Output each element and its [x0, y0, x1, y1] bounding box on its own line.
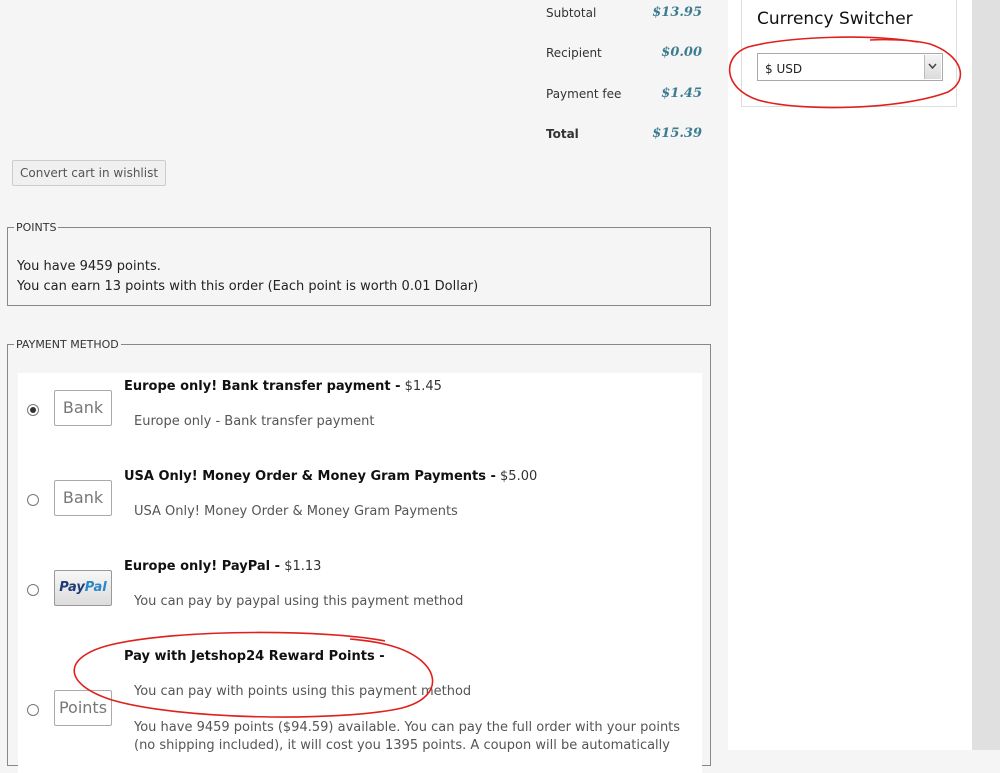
convert-cart-wishlist-button[interactable]: Convert cart in wishlist: [12, 160, 167, 186]
subtotal-label: Subtotal: [546, 6, 597, 20]
payment-method-fieldset: PAYMENT METHOD Bank Europe only! Bank tr…: [7, 338, 711, 773]
paypal-logo-pay: Pay: [59, 580, 85, 595]
chevron-down-icon[interactable]: [924, 55, 941, 79]
recipient-row: Recipient $0.00: [546, 43, 706, 63]
payment-radio-bank-transfer[interactable]: [27, 404, 39, 416]
payment-desc-money-order: USA Only! Money Order & Money Gram Payme…: [134, 504, 458, 519]
payment-price: $1.45: [400, 379, 442, 394]
payment-fee-label: Payment fee: [546, 87, 622, 101]
points-fieldset: POINTS You have 9459 points. You can ear…: [7, 221, 711, 306]
payment-title-reward-points[interactable]: Pay with Jetshop24 Reward Points -: [124, 649, 385, 664]
points-logo: Points: [54, 690, 112, 726]
bank-logo: Bank: [54, 480, 112, 516]
points-info: You have 9459 points. You can earn 13 po…: [17, 257, 478, 297]
payment-title-text: Europe only! Bank transfer payment -: [124, 379, 401, 394]
payment-radio-reward-points[interactable]: [27, 704, 39, 716]
subtotal-row: Subtotal $13.95: [546, 3, 706, 23]
payment-title-text: Pay with Jetshop24 Reward Points -: [124, 649, 385, 664]
payment-title-money-order[interactable]: USA Only! Money Order & Money Gram Payme…: [124, 469, 537, 484]
points-earn-text: You can earn 13 points with this order (…: [17, 279, 479, 294]
payment-desc-reward-points: You can pay with points using this payme…: [134, 684, 472, 699]
paypal-logo: PayPal: [54, 570, 112, 606]
chevron-down-icon-glyph: [928, 63, 937, 70]
currency-switcher-panel: Currency Switcher $ USD: [741, 0, 957, 107]
recipient-value: $0.00: [661, 45, 702, 60]
paypal-logo-pal: Pal: [84, 580, 107, 595]
payment-radio-money-order[interactable]: [27, 494, 39, 506]
payment-desc-paypal: You can pay by paypal using this payment…: [134, 594, 464, 609]
page-scrollbar[interactable]: [972, 0, 1000, 750]
payment-desc-bank-transfer: Europe only - Bank transfer payment: [134, 414, 375, 429]
payment-method-legend: PAYMENT METHOD: [14, 338, 121, 351]
payment-fee-value: $1.45: [661, 86, 702, 101]
sidebar: [728, 0, 972, 750]
payment-fee-row: Payment fee $1.45: [546, 84, 706, 104]
payment-methods-list: Bank Europe only! Bank transfer payment …: [18, 373, 702, 773]
currency-select[interactable]: $ USD: [757, 53, 943, 81]
main-content: Subtotal $13.95 Recipient $0.00 Payment …: [0, 0, 728, 773]
points-legend: POINTS: [14, 221, 59, 234]
payment-price: $1.13: [280, 559, 322, 574]
payment-title-bank-transfer[interactable]: Europe only! Bank transfer payment - $1.…: [124, 379, 442, 394]
payment-title-paypal[interactable]: Europe only! PayPal - $1.13: [124, 559, 321, 574]
currency-select-value: $ USD: [765, 62, 803, 76]
points-balance-text: You have 9459 points.: [17, 259, 161, 274]
bank-logo: Bank: [54, 390, 112, 426]
payment-price: $5.00: [495, 469, 538, 484]
total-label: Total: [546, 127, 579, 141]
currency-switcher-title: Currency Switcher: [757, 9, 913, 29]
payment-radio-paypal[interactable]: [27, 584, 39, 596]
payment-title-text: Europe only! PayPal -: [124, 559, 281, 574]
total-row: Total $15.39: [546, 124, 706, 144]
total-value: $15.39: [652, 126, 702, 141]
recipient-label: Recipient: [546, 46, 602, 60]
payment-title-text: USA Only! Money Order & Money Gram Payme…: [124, 469, 496, 484]
subtotal-value: $13.95: [652, 5, 702, 20]
